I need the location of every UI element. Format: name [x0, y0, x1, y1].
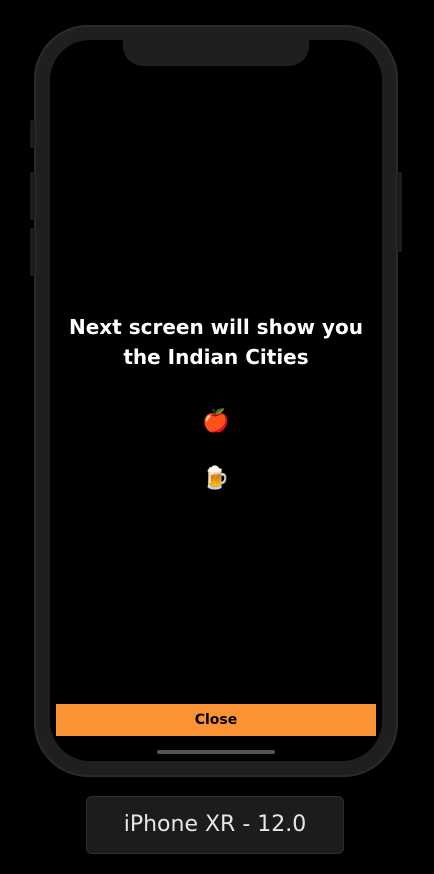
simulator-stage: Next screen will show you the Indian Cit…	[0, 0, 434, 874]
notch	[123, 40, 309, 66]
device-screen: Next screen will show you the Indian Cit…	[50, 40, 382, 761]
volume-up-button	[30, 172, 35, 220]
close-button[interactable]: Close	[56, 704, 376, 736]
beer-icon: 🍺	[202, 466, 230, 491]
power-button	[397, 172, 402, 252]
volume-down-button	[30, 228, 35, 276]
apple-icon: 🍎	[202, 409, 230, 434]
mute-switch	[30, 120, 35, 148]
device-label: iPhone XR - 12.0	[86, 796, 344, 854]
home-indicator[interactable]	[157, 750, 275, 754]
headline-text: Next screen will show you the Indian Cit…	[68, 315, 364, 369]
